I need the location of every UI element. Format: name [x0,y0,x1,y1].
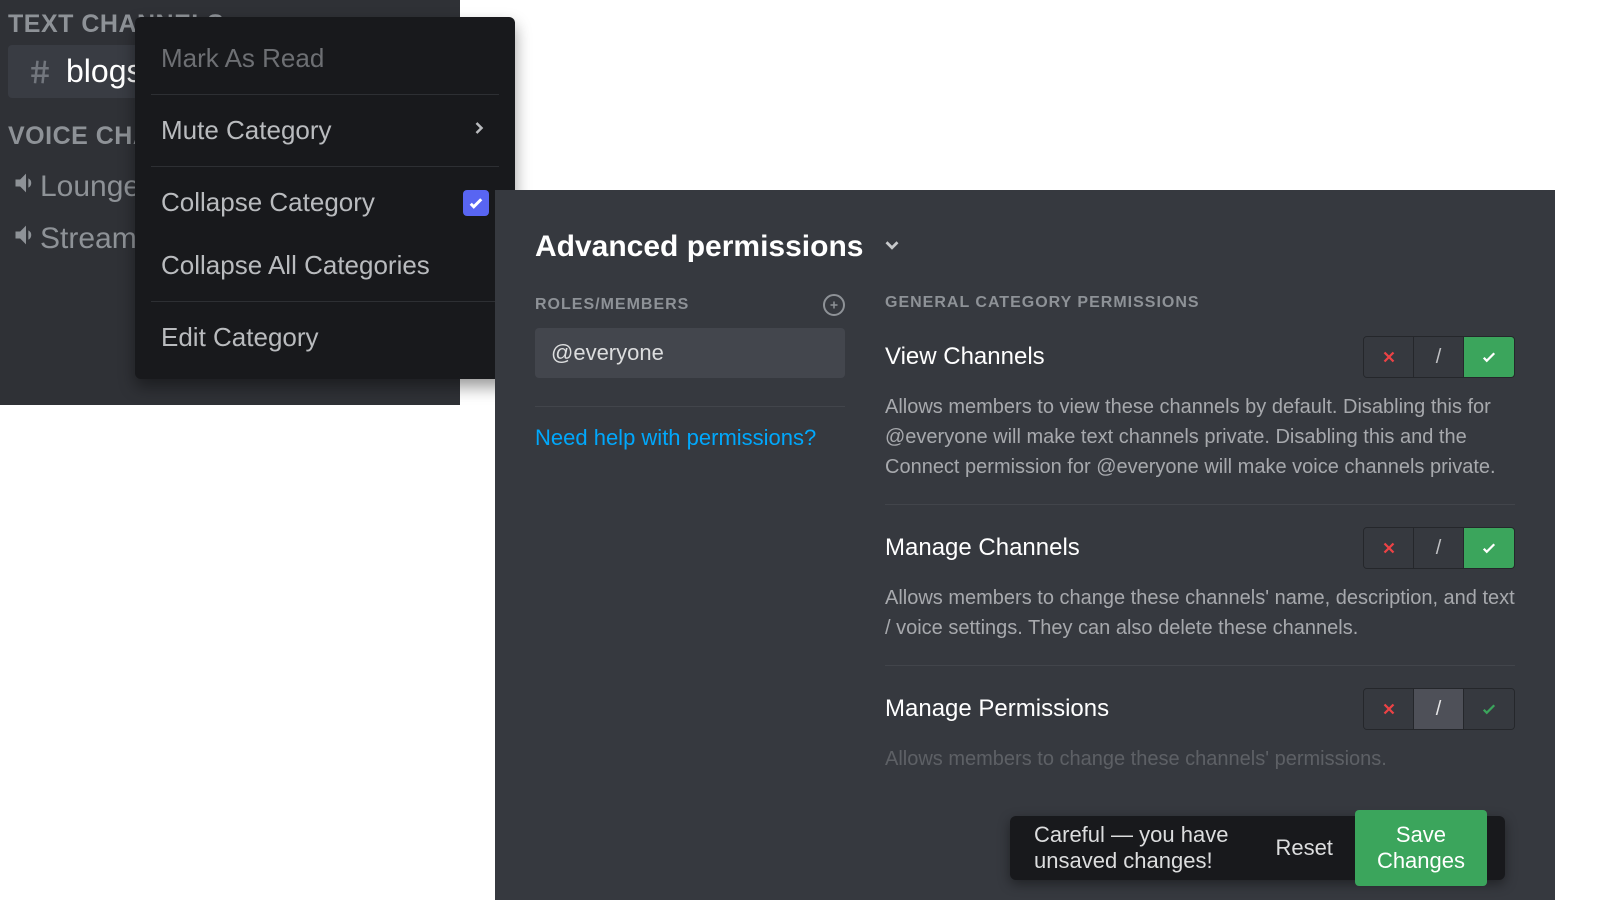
reset-button[interactable]: Reset [1275,835,1332,861]
perm-deny-button[interactable] [1364,689,1414,729]
perm-deny-button[interactable] [1364,528,1414,568]
permission-title: View Channels [885,343,1045,371]
checkbox-checked-icon [463,190,489,216]
divider [885,504,1515,505]
menu-collapse-all[interactable]: Collapse All Categories [151,234,499,297]
permission-tri-toggle: / [1363,688,1515,730]
section-title: Advanced permissions [535,230,863,264]
unsaved-changes-text: Careful — you have unsaved changes! [1034,822,1275,874]
voice-channel-name: Stream [40,222,137,256]
category-context-menu: Mark As Read Mute Category Collapse Cate… [135,17,515,379]
permissions-section-label: GENERAL CATEGORY PERMISSIONS [885,294,1515,312]
speaker-icon [12,221,40,257]
permission-tri-toggle: / [1363,527,1515,569]
perm-passthrough-button[interactable]: / [1414,337,1464,377]
perm-allow-button[interactable] [1464,689,1514,729]
permission-manage-channels: Manage Channels / Allows members to chan… [885,527,1515,643]
permissions-settings-pane: Advanced permissions ROLES/MEMBERS @ever… [495,190,1555,900]
menu-mark-as-read[interactable]: Mark As Read [151,27,499,90]
permissions-help-link[interactable]: Need help with permissions? [535,425,845,451]
add-role-button[interactable] [823,294,845,316]
channel-name: blogs [66,53,143,90]
divider [885,665,1515,666]
permission-title: Manage Channels [885,534,1080,562]
perm-allow-button[interactable] [1464,337,1514,377]
permission-description: Allows members to change these channels'… [885,744,1515,774]
advanced-permissions-header[interactable]: Advanced permissions [535,230,1515,264]
speaker-icon [12,169,40,205]
permission-tri-toggle: / [1363,336,1515,378]
role-everyone[interactable]: @everyone [535,328,845,378]
roles-members-column: ROLES/MEMBERS @everyone Need help with p… [535,294,845,792]
menu-label: Edit Category [161,322,319,353]
menu-label: Mute Category [161,115,332,146]
menu-separator [151,301,499,302]
roles-members-label: ROLES/MEMBERS [535,296,689,314]
menu-mute-category[interactable]: Mute Category [151,99,499,162]
permission-manage-permissions: Manage Permissions / Allows members to c… [885,688,1515,774]
permission-view-channels: View Channels / Allows members to view t… [885,336,1515,482]
menu-separator [151,94,499,95]
save-changes-button[interactable]: Save Changes [1355,810,1487,886]
perm-passthrough-button[interactable]: / [1414,528,1464,568]
permission-description: Allows members to view these channels by… [885,392,1515,482]
permission-description: Allows members to change these channels'… [885,583,1515,643]
perm-allow-button[interactable] [1464,528,1514,568]
unsaved-changes-bar: Careful — you have unsaved changes! Rese… [1010,816,1505,880]
menu-label: Collapse All Categories [161,250,430,281]
divider [535,406,845,407]
menu-edit-category[interactable]: Edit Category [151,306,499,369]
permission-title: Manage Permissions [885,695,1109,723]
chevron-right-icon [469,118,489,144]
voice-channel-name: Lounge [40,170,140,204]
menu-separator [151,166,499,167]
menu-label: Mark As Read [161,43,324,74]
chevron-down-icon [881,234,903,261]
menu-label: Collapse Category [161,187,375,218]
perm-deny-button[interactable] [1364,337,1414,377]
permissions-column: GENERAL CATEGORY PERMISSIONS View Channe… [885,294,1515,792]
menu-collapse-category[interactable]: Collapse Category [151,171,499,234]
hash-icon [20,57,60,87]
perm-passthrough-button[interactable]: / [1414,689,1464,729]
